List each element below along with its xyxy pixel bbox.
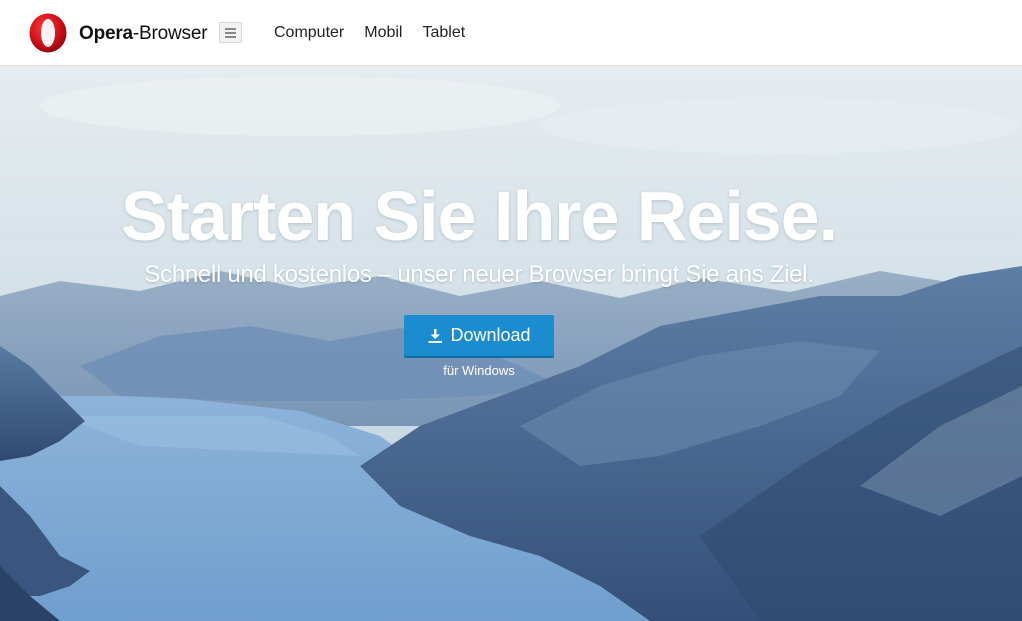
- site-header: Opera-Browser Computer Mobil Tablet: [0, 0, 1022, 66]
- nav-computer[interactable]: Computer: [274, 24, 344, 42]
- main-nav: Computer Mobil Tablet: [274, 24, 465, 42]
- hamburger-menu-icon[interactable]: [219, 22, 242, 43]
- brand-name-bold: Opera: [79, 23, 133, 44]
- nav-tablet[interactable]: Tablet: [422, 24, 465, 42]
- download-arrow-icon: [428, 328, 443, 343]
- download-button[interactable]: Download: [404, 315, 554, 356]
- opera-logo-icon[interactable]: [28, 13, 68, 53]
- download-button-label: Download: [450, 325, 531, 345]
- hero-headline: Starten Sie Ihre Reise.: [120, 177, 838, 255]
- hero-section: Starten Sie Ihre Reise. Schnell und kost…: [0, 66, 1022, 621]
- hero-subline: Schnell und kostenlos – unser neuer Brow…: [144, 261, 814, 288]
- brand-name: Opera-Browser: [79, 23, 208, 45]
- nav-mobil[interactable]: Mobil: [364, 24, 402, 42]
- platform-note: für Windows: [443, 363, 515, 378]
- brand-name-suffix: -Browser: [132, 23, 208, 44]
